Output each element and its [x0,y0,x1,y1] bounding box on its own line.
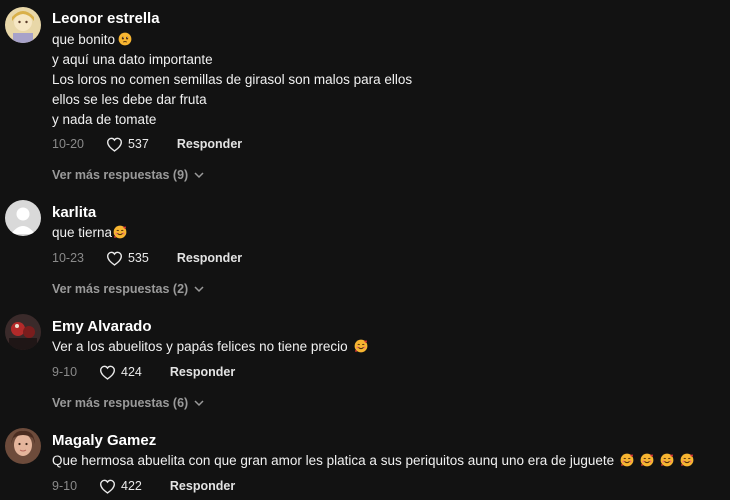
username[interactable]: Magaly Gamez [52,432,156,449]
comment-meta: 10-23 535 Responder [52,248,242,268]
like-count: 422 [121,479,142,493]
smiling-face-with-hearts-emoji [660,453,674,467]
avatar[interactable] [5,314,41,350]
comment-text-line: Ver a los abuelitos y papás felices no t… [52,337,368,357]
view-more-replies-label: Ver más respuestas (9) [52,168,189,182]
like-button[interactable]: 422 [99,479,142,494]
avatar[interactable] [5,200,41,236]
reply-button[interactable]: Responder [170,479,235,493]
avatar[interactable] [5,7,41,43]
like-count: 424 [121,365,142,379]
comment-date: 10-20 [52,137,84,151]
like-count: 537 [127,137,149,151]
comment-date: 9-10 [52,479,78,493]
smiling-face-with-hearts-emoji [680,453,694,467]
comment-text-line: Los loros no comen semillas de girasol s… [52,72,413,87]
smiling-face-with-hearts-emoji [113,225,127,239]
avatar[interactable] [5,428,41,464]
comment-text-line: y nada de tomate [52,112,157,127]
chevron-down-icon [194,286,204,293]
heart-outline-icon [99,479,116,494]
pleading-face-emoji [118,32,132,46]
view-more-replies-button[interactable]: Ver más respuestas (9) [52,168,204,182]
comment-meta: 10-20 537 Responder [52,134,242,154]
like-button[interactable]: 535 [106,251,149,266]
smiling-face-with-hearts-emoji [354,339,368,353]
username[interactable]: Leonor estrella [52,10,160,27]
reply-button[interactable]: Responder [170,365,235,379]
comment-text-line: que bonito [52,30,132,50]
like-button[interactable]: 537 [106,137,149,152]
heart-outline-icon [106,251,123,266]
comment-text-line: que tierna [52,223,127,243]
view-more-replies-label: Ver más respuestas (6) [52,396,189,410]
comment-text-line: ellos se les debe dar fruta [52,92,207,107]
reply-button[interactable]: Responder [177,137,242,151]
chevron-down-icon [194,400,204,407]
smiling-face-with-hearts-emoji [640,453,654,467]
heart-outline-icon [99,365,116,380]
view-more-replies-button[interactable]: Ver más respuestas (2) [52,282,204,296]
like-button[interactable]: 424 [99,365,142,380]
comment-date: 10-23 [52,251,84,265]
view-more-replies-button[interactable]: Ver más respuestas (6) [52,396,204,410]
heart-outline-icon [106,137,123,152]
comment-date: 9-10 [52,365,78,379]
like-count: 535 [127,251,149,265]
comment-text-line: Que hermosa abuelita con que gran amor l… [52,451,694,471]
username[interactable]: karlita [52,204,96,221]
comment-text-line: y aquí una dato importante [52,52,213,67]
comment-meta: 9-10 422 Responder [52,476,235,496]
comment-meta: 9-10 424 Responder [52,362,235,382]
username[interactable]: Emy Alvarado [52,318,152,335]
smiling-face-with-hearts-emoji [620,453,634,467]
view-more-replies-label: Ver más respuestas (2) [52,282,189,296]
chevron-down-icon [194,172,204,179]
reply-button[interactable]: Responder [177,251,242,265]
